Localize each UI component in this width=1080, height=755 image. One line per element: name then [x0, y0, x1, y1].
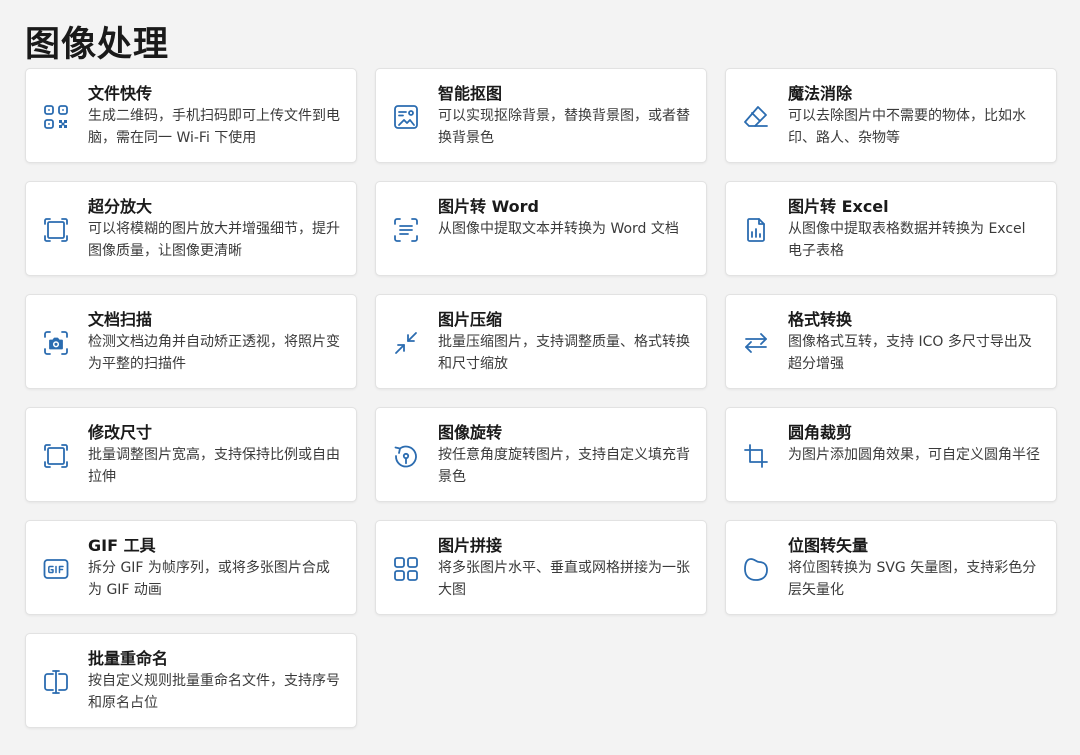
compress-arrows-icon — [392, 329, 420, 357]
tool-description: 将多张图片水平、垂直或网格拼接为一张大图 — [438, 560, 690, 598]
tool-title: 格式转换 — [788, 310, 853, 329]
tool-card-image-to-excel[interactable]: 图片转 Excel 从图像中提取表格数据并转换为 Excel 电子表格 — [725, 181, 1057, 276]
tool-description: 从图像中提取表格数据并转换为 Excel 电子表格 — [788, 221, 1026, 259]
tool-title: 位图转矢量 — [788, 536, 869, 555]
tool-card-rounded-crop[interactable]: 圆角裁剪 为图片添加圆角效果，可自定义圆角半径 — [725, 407, 1057, 502]
tool-description: 为图片添加圆角效果，可自定义圆角半径 — [788, 447, 1040, 463]
rotate-icon — [392, 442, 420, 470]
tool-card-document-scan[interactable]: 文档扫描 检测文档边角并自动矫正透视，将照片变为平整的扫描件 — [25, 294, 357, 389]
image-cutout-icon — [392, 103, 420, 131]
tool-title: 超分放大 — [88, 197, 153, 216]
tool-card-bitmap-to-vector[interactable]: 位图转矢量 将位图转换为 SVG 矢量图，支持彩色分层矢量化 — [725, 520, 1057, 615]
text-scan-icon — [392, 216, 420, 244]
tool-description: 拆分 GIF 为帧序列，或将多张图片合成为 GIF 动画 — [88, 560, 330, 598]
tool-card-smart-cutout[interactable]: 智能抠图 可以实现抠除背景，替换背景图，或者替换背景色 — [375, 68, 707, 163]
swap-arrows-icon — [742, 329, 770, 357]
tool-title: 圆角裁剪 — [788, 423, 853, 442]
tool-card-gif-tool[interactable]: GIF 工具 拆分 GIF 为帧序列，或将多张图片合成为 GIF 动画 — [25, 520, 357, 615]
vector-shape-icon — [742, 555, 770, 583]
tool-card-image-stitch[interactable]: 图片拼接 将多张图片水平、垂直或网格拼接为一张大图 — [375, 520, 707, 615]
tool-description: 图像格式互转，支持 ICO 多尺寸导出及超分增强 — [788, 334, 1032, 372]
tool-card-batch-rename[interactable]: 批量重命名 按自定义规则批量重命名文件，支持序号和原名占位 — [25, 633, 357, 728]
resize-frame-icon — [42, 442, 70, 470]
tool-title: 智能抠图 — [438, 84, 503, 103]
tool-description: 按自定义规则批量重命名文件，支持序号和原名占位 — [88, 673, 340, 711]
tool-description: 批量压缩图片，支持调整质量、格式转换和尺寸缩放 — [438, 334, 690, 372]
qr-code-icon — [42, 103, 70, 131]
tool-description: 批量调整图片宽高，支持保持比例或自由拉伸 — [88, 447, 340, 485]
tool-title: 魔法消除 — [788, 84, 853, 103]
tool-card-file-transfer[interactable]: 文件快传 生成二维码，手机扫码即可上传文件到电脑，需在同一 Wi-Fi 下使用 — [25, 68, 357, 163]
tool-description: 按任意角度旋转图片，支持自定义填充背景色 — [438, 447, 690, 485]
tool-title: 图片转 Excel — [788, 197, 889, 216]
tool-description: 从图像中提取文本并转换为 Word 文档 — [438, 221, 679, 237]
eraser-icon — [742, 103, 770, 131]
upscale-frame-icon — [42, 216, 70, 244]
tool-card-magic-eraser[interactable]: 魔法消除 可以去除图片中不需要的物体，比如水印、路人、杂物等 — [725, 68, 1057, 163]
tool-title: 图片拼接 — [438, 536, 503, 555]
tool-description: 检测文档边角并自动矫正透视，将照片变为平整的扫描件 — [88, 334, 340, 372]
grid-tiles-icon — [392, 555, 420, 583]
tool-title: 修改尺寸 — [88, 423, 153, 442]
rename-cursor-icon — [42, 668, 70, 696]
tool-description: 生成二维码，手机扫码即可上传文件到电脑，需在同一 Wi-Fi 下使用 — [88, 108, 340, 146]
crop-icon — [742, 442, 770, 470]
tool-card-image-rotate[interactable]: 图像旋转 按任意角度旋转图片，支持自定义填充背景色 — [375, 407, 707, 502]
page-title: 图像处理 — [25, 25, 170, 65]
tool-title: 文件快传 — [88, 84, 153, 103]
tool-card-image-compress[interactable]: 图片压缩 批量压缩图片，支持调整质量、格式转换和尺寸缩放 — [375, 294, 707, 389]
tool-description: 可以实现抠除背景，替换背景图，或者替换背景色 — [438, 108, 690, 146]
tool-title: 文档扫描 — [88, 310, 153, 329]
tool-card-resize[interactable]: 修改尺寸 批量调整图片宽高，支持保持比例或自由拉伸 — [25, 407, 357, 502]
tool-grid: 文件快传 生成二维码，手机扫码即可上传文件到电脑，需在同一 Wi-Fi 下使用 … — [25, 68, 1057, 728]
gif-icon — [42, 555, 70, 583]
tool-card-upscale[interactable]: 超分放大 可以将模糊的图片放大并增强细节，提升图像质量，让图像更清晰 — [25, 181, 357, 276]
tool-title: 图片转 Word — [438, 197, 539, 216]
tool-description: 可以去除图片中不需要的物体，比如水印、路人、杂物等 — [788, 108, 1026, 146]
tool-description: 可以将模糊的图片放大并增强细节，提升图像质量，让图像更清晰 — [88, 221, 340, 259]
tool-title: 批量重命名 — [88, 649, 169, 668]
tool-title: GIF 工具 — [88, 536, 156, 555]
camera-scan-icon — [42, 329, 70, 357]
tool-card-format-convert[interactable]: 格式转换 图像格式互转，支持 ICO 多尺寸导出及超分增强 — [725, 294, 1057, 389]
spreadsheet-icon — [742, 216, 770, 244]
tool-card-image-to-word[interactable]: 图片转 Word 从图像中提取文本并转换为 Word 文档 — [375, 181, 707, 276]
tool-title: 图片压缩 — [438, 310, 503, 329]
image-tools-page: 图像处理 文件快传 生成二维码，手机扫码即可上传文件到电脑，需在同一 Wi-Fi… — [0, 0, 1080, 755]
tool-title: 图像旋转 — [438, 423, 503, 442]
tool-description: 将位图转换为 SVG 矢量图，支持彩色分层矢量化 — [788, 560, 1037, 598]
